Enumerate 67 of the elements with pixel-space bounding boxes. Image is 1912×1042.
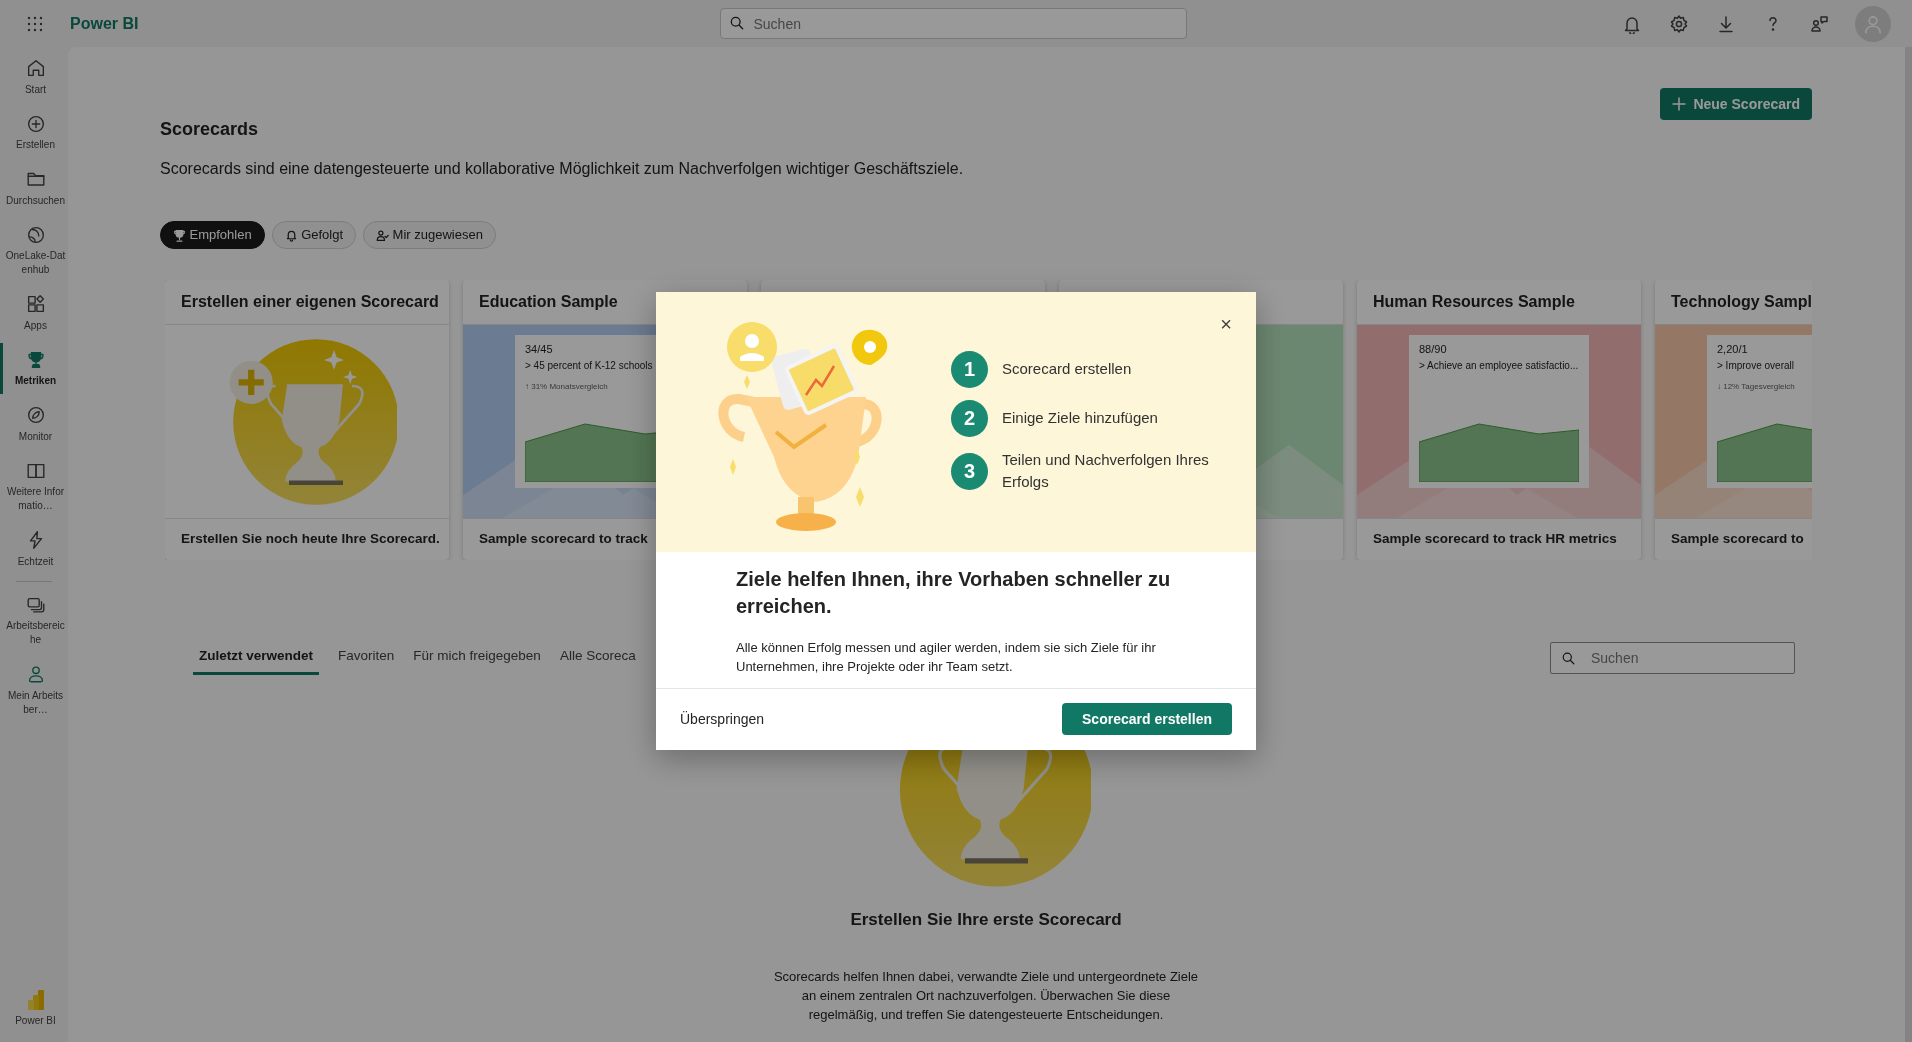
trophy-icon [173, 228, 186, 242]
power-bi-logo [26, 988, 45, 1011]
sidebar-item[interactable]: Weitere Informatio… [0, 453, 68, 519]
card-title: Erstellen einer eigenen Scorecard [181, 292, 439, 312]
metric-value: 34/45 [525, 342, 554, 357]
metric-change: ↓ 12% Tagesvergleich [1717, 380, 1796, 393]
app-launcher-button[interactable] [26, 14, 44, 33]
card-description: Erstellen Sie noch heute Ihre Scorecard. [181, 530, 440, 549]
card-title: Technology Sampl [1671, 292, 1812, 312]
close-button[interactable]: × [1218, 312, 1234, 336]
bell-icon [284, 228, 298, 242]
card-title: Human Resources Sample [1373, 292, 1575, 312]
filter-chip[interactable]: Mir zugewiesen [363, 221, 496, 249]
sidebar-item[interactable]: Echtzeit [0, 523, 68, 575]
plus-icon [1672, 97, 1687, 111]
scorecard-template-card[interactable]: Human Resources Sample 88/90 > Achieve an employee satisfactio... Sample scorecard to track HR metrics [1357, 280, 1641, 560]
app-name[interactable]: Power BI [70, 11, 139, 36]
card-description: Sample scorecard to [1671, 530, 1804, 549]
sidebar-item[interactable]: Monitor [0, 398, 68, 450]
tab[interactable]: Alle Scoreca [559, 640, 636, 676]
step-number: 1 [951, 350, 988, 388]
metric-value: 2,20/1 [1717, 342, 1749, 357]
person-check-icon [376, 228, 390, 242]
settings-icon [1669, 13, 1690, 34]
step-label: Teilen und Nachverfolgen Ihres Erfolgs [1002, 449, 1210, 492]
waffle-icon [26, 14, 44, 33]
metric-goal: > 45 percent of K-12 schools [525, 358, 654, 373]
step-number: 3 [951, 452, 988, 490]
search-field[interactable]: Suchen [1550, 641, 1795, 674]
metric-goal: > Achieve an employee satisfactio... [1419, 358, 1579, 373]
metric-change: ↑ 31% Monatsvergleich [525, 380, 609, 393]
sidebar-item[interactable]: Mein Arbeitsber… [0, 657, 68, 723]
sidebar-item[interactable]: OneLake-Datenhub [0, 217, 68, 283]
empty-state-title: Erstellen Sie Ihre erste Scorecard [850, 909, 1122, 932]
tab[interactable]: Für mich freigegeben [413, 640, 541, 676]
sidebar-item[interactable]: Arbeitsbereiche [0, 587, 68, 653]
sidebar-item[interactable]: Durchsuchen [0, 162, 68, 214]
scorecard-template-card[interactable]: Erstellen einer eigenen Scorecard Erstellen Sie noch heute Ihre Scorecard. [165, 280, 449, 560]
metric-goal: > Improve overall [1717, 358, 1795, 373]
new-scorecard-button[interactable]: Neue Scorecard [1660, 88, 1812, 120]
filter-chip[interactable]: Gefolgt [271, 221, 357, 249]
people-chat-button[interactable] [1810, 13, 1831, 34]
power-bi-home-button[interactable]: Power BI [0, 982, 68, 1034]
settings-button[interactable] [1669, 13, 1690, 34]
people-chat-icon [1810, 13, 1831, 34]
card-description: Sample scorecard to track HR metrics [1373, 530, 1617, 549]
dialog-text: Alle können Erfolg messen und agiler werden, indem sie sich Ziele für ihr Unternehmen, ihre Projekte oder ihr Team setzt. [736, 639, 1157, 676]
step-label: Einige Ziele hinzufügen [1002, 407, 1159, 428]
card-title: Education Sample [479, 292, 618, 312]
step-label: Scorecard erstellen [1002, 358, 1133, 379]
tab[interactable]: Favoriten [338, 640, 395, 676]
search-field[interactable]: Suchen [720, 8, 1188, 39]
card-description: Sample scorecard to track [479, 530, 648, 549]
dialog-title: Ziele helfen Ihnen, ihre Vorhaben schneller zu erreichen. [736, 567, 1172, 619]
sidebar-item[interactable]: Start [0, 51, 68, 103]
metric-value: 88/90 [1419, 342, 1448, 357]
page-title: Scorecards [160, 118, 259, 141]
sidebar-item[interactable]: Erstellen [0, 106, 68, 158]
tab[interactable]: Zuletzt verwendet [193, 640, 320, 676]
step-number: 2 [951, 399, 988, 437]
create-scorecard-button[interactable]: Scorecard erstellen [1062, 703, 1232, 735]
filter-chip[interactable]: Empfohlen [160, 221, 265, 249]
empty-state-description: Scorecards helfen Ihnen dabei, verwandte Ziele und untergeordnete Ziele an einem zentralen Ort nachzuverfolgen. Überwachen Sie diese regelmäßig, und treffen Sie datengesteuerte Entscheidungen. [772, 967, 1200, 1024]
sidebar-item[interactable]: Apps [0, 287, 68, 339]
page-description: Scorecards sind eine datengesteuerte und kollaborative Möglichkeit zum Nachverfolgen wichtiger Geschäftsziele. [160, 159, 964, 179]
skip-button[interactable]: Überspringen [680, 708, 765, 730]
scorecard-template-card[interactable]: Technology Sampl 2,20/1 > Improve overall ↓ 12% Tagesvergleich Sample scorecard to [1655, 280, 1812, 560]
